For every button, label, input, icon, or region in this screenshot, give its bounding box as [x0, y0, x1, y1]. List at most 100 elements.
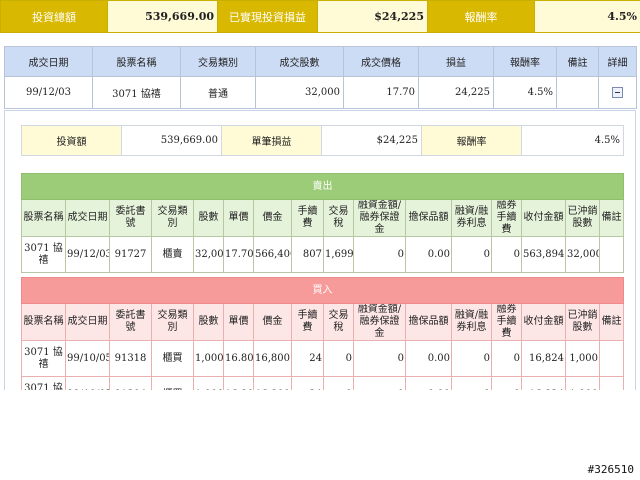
- cell: 16,824: [521, 340, 566, 377]
- cell: 17.70: [223, 236, 254, 273]
- minus-icon[interactable]: [612, 87, 623, 98]
- column-header: 單價: [223, 303, 254, 341]
- column-header: 手續費: [291, 199, 324, 237]
- column-header: 交易稅: [323, 303, 354, 341]
- cell: 0: [353, 376, 406, 390]
- column-header: 備註: [599, 199, 624, 237]
- cell: 0: [353, 236, 406, 273]
- cell-date: 99/12/03: [4, 76, 93, 109]
- table-row: 3071 協禧 99/12/03 91727 櫃賣 32,000 17.70 5…: [21, 236, 624, 273]
- column-header: 股票名稱: [92, 46, 181, 77]
- column-header: 價金: [253, 303, 292, 341]
- cell: 91304: [109, 376, 152, 390]
- sell-table: 賣出 股票名稱 成交日期 委託書號 交易類別 股數 單價 價金 手續費 交易稅 …: [21, 173, 624, 273]
- column-header: 成交日期: [65, 199, 110, 237]
- column-header: 交易稅: [323, 199, 354, 237]
- column-header: 股票名稱: [21, 199, 66, 237]
- cell: 99/10/05: [65, 340, 110, 377]
- column-header: 已沖銷股數: [565, 303, 600, 341]
- column-header: 單價: [223, 199, 254, 237]
- column-header: 詳細: [598, 46, 637, 77]
- detail-pnl-label: 單筆損益: [221, 125, 322, 156]
- cell: 99/12/03: [65, 236, 110, 273]
- cell: 1,000: [193, 376, 224, 390]
- column-header: 股數: [193, 199, 224, 237]
- column-header: 交易類別: [151, 303, 194, 341]
- column-header: 收付金額: [521, 199, 566, 237]
- cell: 櫃買: [151, 340, 194, 377]
- cell: 91318: [109, 340, 152, 377]
- cell: 32,000: [193, 236, 224, 273]
- cell: 3071 協禧: [21, 376, 66, 390]
- column-header: 備註: [556, 46, 599, 77]
- transaction-table: 成交日期 股票名稱 交易類別 成交股數 成交價格 損益 報酬率 備註 詳細 99…: [4, 46, 637, 109]
- column-header: 委託書號: [109, 199, 152, 237]
- table-header-row: 股票名稱 成交日期 委託書號 交易類別 股數 單價 價金 手續費 交易稅 融資金…: [21, 303, 624, 341]
- table-header-row: 成交日期 股票名稱 交易類別 成交股數 成交價格 損益 報酬率 備註 詳細: [4, 46, 637, 77]
- cell: 3071 協禧: [21, 340, 66, 377]
- cell: 807: [291, 236, 324, 273]
- detail-pnl-value: $24,225: [321, 125, 422, 156]
- detail-roi-value: 4.5%: [521, 125, 624, 156]
- cell: 16,824: [521, 376, 566, 390]
- column-header: 交易類別: [180, 46, 256, 77]
- cell: 櫃買: [151, 376, 194, 390]
- column-header: 成交日期: [4, 46, 93, 77]
- cell: 24: [291, 340, 324, 377]
- table-header-row: 股票名稱 成交日期 委託書號 交易類別 股數 單價 價金 手續費 交易稅 融資金…: [21, 199, 624, 237]
- cell: 0.00: [405, 236, 452, 273]
- roi-label: 報酬率: [427, 0, 535, 33]
- cell-note: [556, 76, 599, 109]
- column-header: 備註: [599, 303, 624, 341]
- cell: 0: [491, 340, 522, 377]
- cell: [599, 236, 624, 273]
- cell: 0: [323, 376, 354, 390]
- column-header: 融券手續費: [491, 303, 522, 341]
- cell: 1,699: [323, 236, 354, 273]
- buy-table: 買入 股票名稱 成交日期 委託書號 交易類別 股數 單價 價金 手續費 交易稅 …: [21, 277, 624, 390]
- realized-pnl-value: $24,225: [317, 0, 428, 33]
- column-header: 損益: [418, 46, 494, 77]
- column-header: 融資/融券利息: [451, 199, 492, 237]
- detail-investment-value: 539,669.00: [121, 125, 222, 156]
- cell-stock: 3071 協禧: [92, 76, 181, 109]
- collapse-detail-button[interactable]: [598, 76, 637, 109]
- column-header: 擔保品額: [405, 199, 452, 237]
- column-header: 委託書號: [109, 303, 152, 341]
- summary-bar: 投資總額 539,669.00 已實現投資損益 $24,225 報酬率 4.5%: [0, 0, 640, 33]
- total-investment-value: 539,669.00: [107, 0, 218, 33]
- cell: 16.80: [223, 340, 254, 377]
- table-row: 99/12/03 3071 協禧 普通 32,000 17.70 24,225 …: [4, 76, 637, 109]
- detail-investment-label: 投資額: [21, 125, 122, 156]
- column-header: 成交日期: [65, 303, 110, 341]
- buy-title: 買入: [21, 277, 624, 304]
- column-header: 股票名稱: [21, 303, 66, 341]
- table-row: 3071 協禧 99/10/05 91318 櫃買 1,000 16.80 16…: [21, 340, 624, 377]
- cell: 1,000: [565, 376, 600, 390]
- sell-title: 賣出: [21, 173, 624, 200]
- column-header: 收付金額: [521, 303, 566, 341]
- cell: 0: [491, 376, 522, 390]
- cell: 櫃賣: [151, 236, 194, 273]
- cell: 0: [353, 340, 406, 377]
- cell-shares: 32,000: [255, 76, 344, 109]
- cell: 16,800: [253, 340, 292, 377]
- cell: 0: [451, 236, 492, 273]
- column-header: 已沖銷股數: [565, 199, 600, 237]
- cell: 0: [323, 340, 354, 377]
- cell: [599, 340, 624, 377]
- cell-type: 普通: [180, 76, 256, 109]
- cell: 0.00: [405, 340, 452, 377]
- column-header: 融資金額/融券保證金: [353, 199, 406, 237]
- cell: 0: [491, 236, 522, 273]
- column-header: 融資金額/融券保證金: [353, 303, 406, 341]
- cell: 99/10/05: [65, 376, 110, 390]
- realized-pnl-label: 已實現投資損益: [217, 0, 318, 33]
- cell: [599, 376, 624, 390]
- cell: 0: [451, 340, 492, 377]
- cell-price: 17.70: [343, 76, 419, 109]
- cell: 91727: [109, 236, 152, 273]
- cell: 563,894: [521, 236, 566, 273]
- column-header: 價金: [253, 199, 292, 237]
- cell: 566,400: [253, 236, 292, 273]
